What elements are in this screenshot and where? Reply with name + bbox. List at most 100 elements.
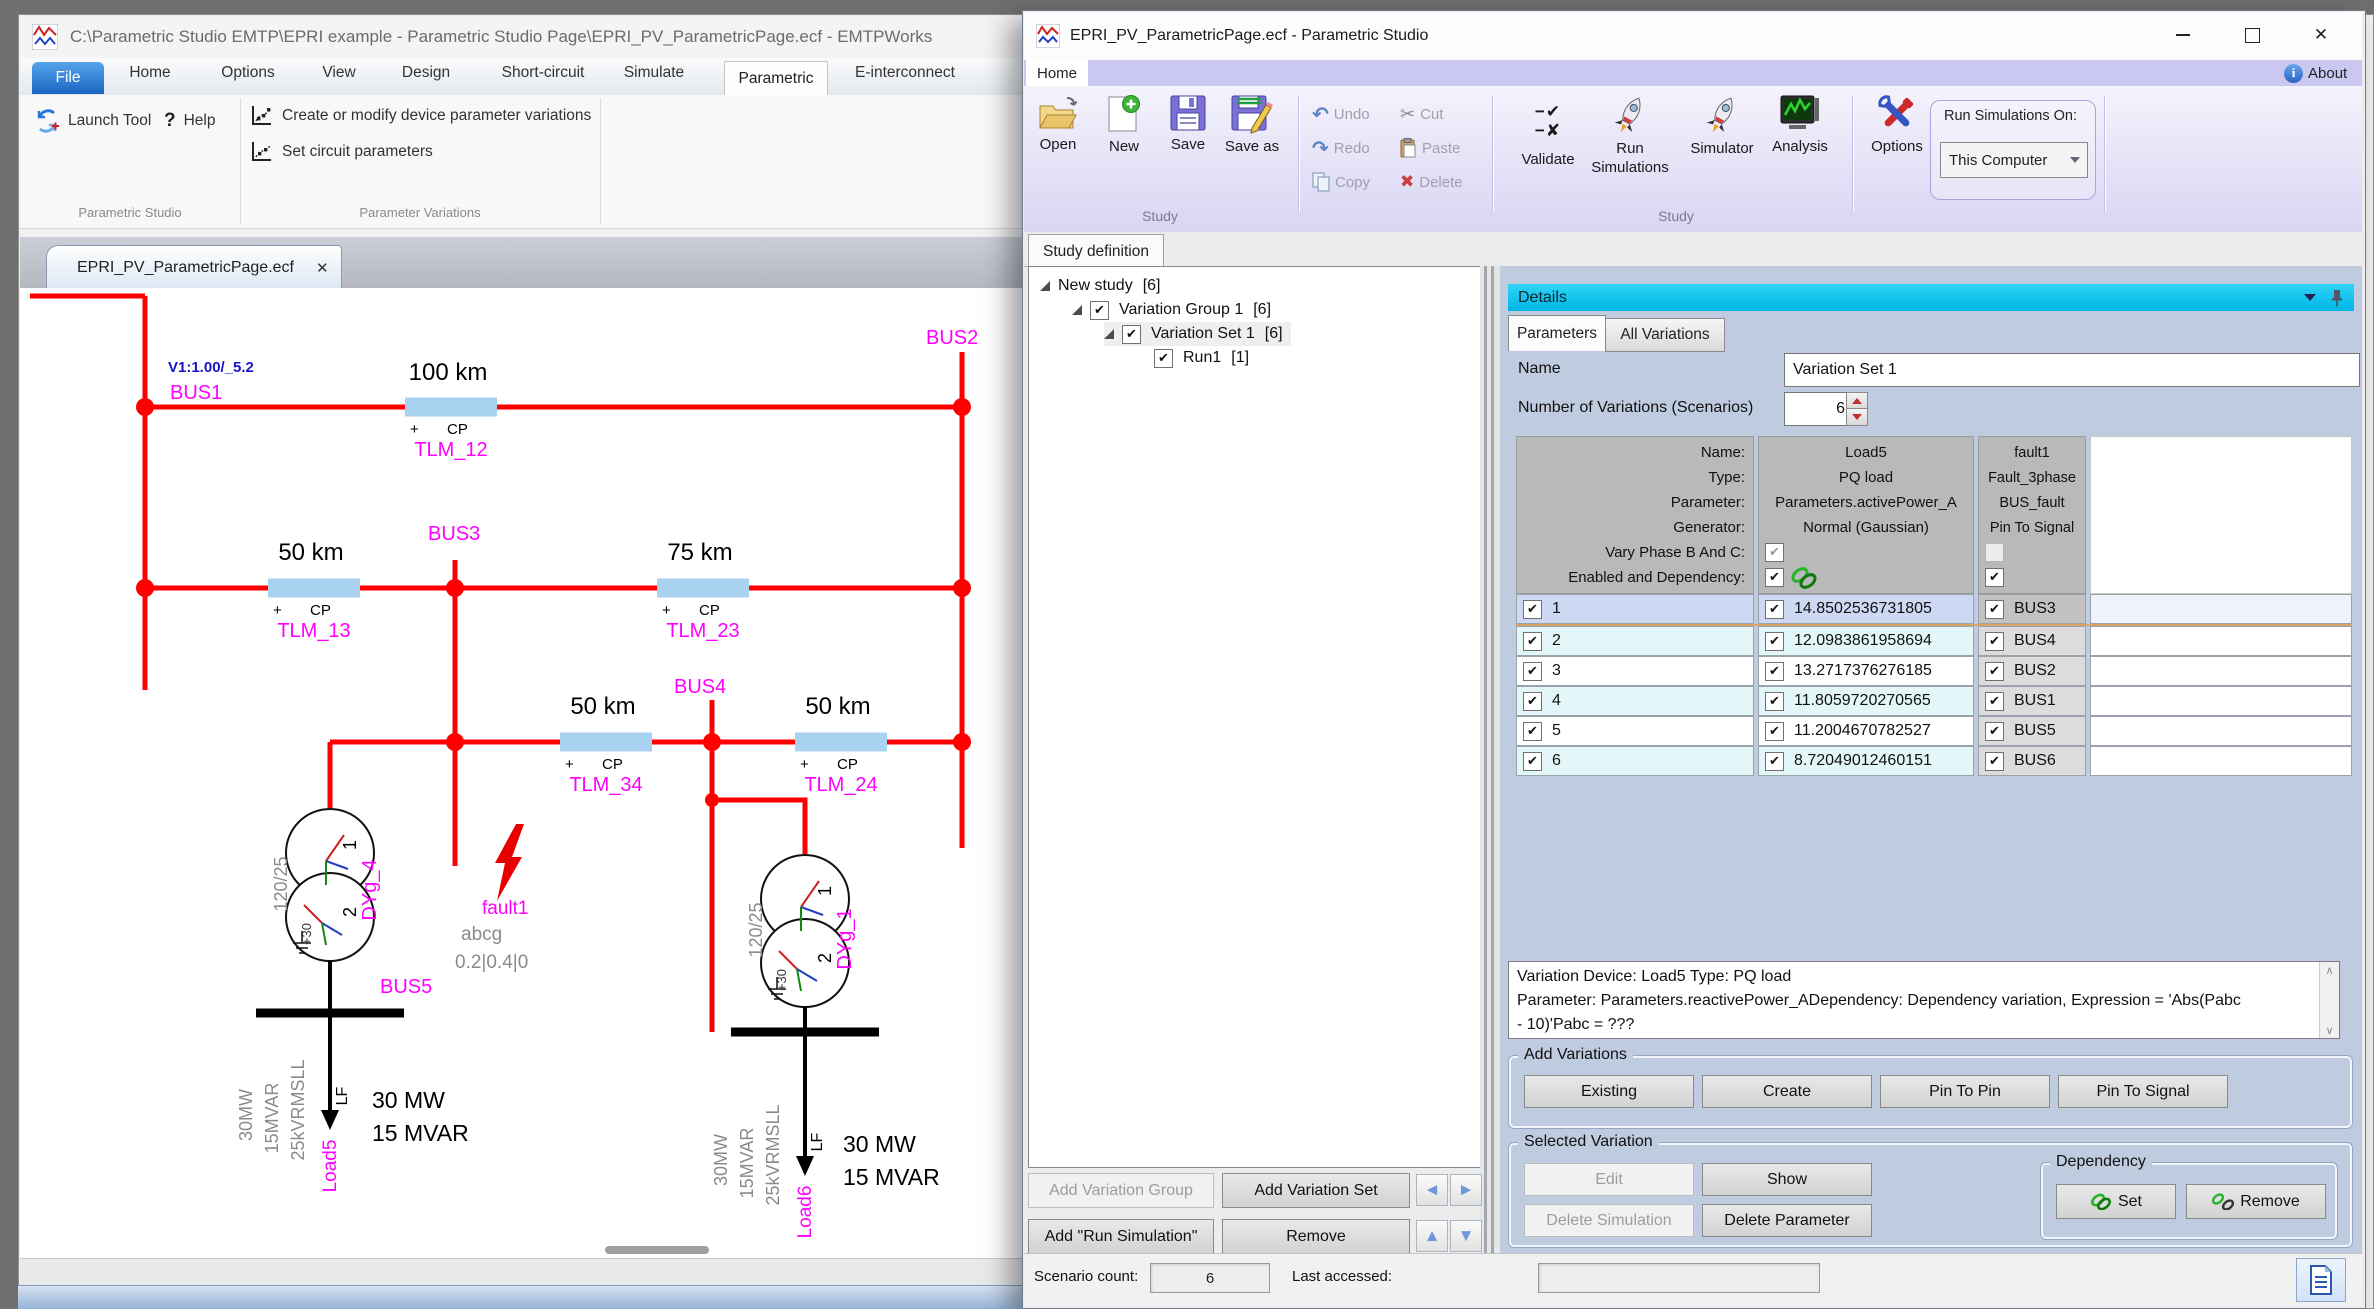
header-column-fault1[interactable]: fault1 Fault_3phase BUS_fault Pin To Sig…: [1978, 436, 2086, 594]
variation-row-1[interactable]: ✔1 ✔14.8502536731805 ✔BUS3: [1516, 594, 2352, 626]
tree-item-new-study[interactable]: New study [6]: [1040, 274, 1161, 298]
save-button[interactable]: Save: [1160, 94, 1216, 206]
tab-all-variations[interactable]: All Variations: [1605, 318, 1725, 352]
redo-button[interactable]: ↷ Redo: [1312, 134, 1370, 162]
load5-branch[interactable]: 30MW 15MVAR 25kVRMSLL LF Load5 30 MW 15 …: [236, 961, 469, 1192]
close-button[interactable]: ✕: [2294, 14, 2348, 56]
checkbox-checked[interactable]: ✔: [1985, 722, 2004, 741]
pin-to-pin-button[interactable]: Pin To Pin: [1880, 1075, 2050, 1108]
checkbox-checked[interactable]: ✔: [1985, 692, 2004, 711]
expander-icon[interactable]: [1072, 305, 1082, 315]
expander-icon[interactable]: [1104, 329, 1114, 339]
paste-button[interactable]: Paste: [1400, 134, 1460, 162]
tab-short-circuit[interactable]: Short-circuit: [502, 64, 585, 82]
variation-row-4[interactable]: ✔4 ✔11.8059720270565 ✔BUS1: [1516, 686, 2352, 716]
cut-button[interactable]: ✂ Cut: [1400, 100, 1443, 128]
save-as-button[interactable]: Save as: [1222, 94, 1282, 206]
add-run-simulation-button[interactable]: Add "Run Simulation": [1028, 1219, 1214, 1254]
checkbox-checked[interactable]: ✔: [1090, 301, 1109, 320]
tree-item-run1[interactable]: ✔ Run1 [1]: [1154, 346, 1249, 370]
maximize-button[interactable]: [2225, 14, 2279, 56]
delete-simulation-button[interactable]: Delete Simulation: [1524, 1204, 1694, 1237]
launch-tool-button[interactable]: Launch Tool: [34, 106, 151, 136]
tab-file[interactable]: File: [32, 62, 104, 94]
pin-to-signal-button[interactable]: Pin To Signal: [2058, 1075, 2228, 1108]
header-column-load5[interactable]: Load5 PQ load Parameters.activePower_A N…: [1758, 436, 1974, 594]
report-button[interactable]: [2296, 1258, 2346, 1302]
variation-info-box[interactable]: Variation Device: Load5 Type: PQ load Pa…: [1508, 961, 2340, 1039]
checkbox-checked[interactable]: ✔: [1985, 752, 2004, 771]
checkbox-checked-disabled[interactable]: ✔: [1765, 543, 1784, 562]
checkbox-checked[interactable]: ✔: [1765, 692, 1784, 711]
tab-options[interactable]: Options: [221, 64, 274, 82]
delete-button[interactable]: ✖ Delete: [1400, 168, 1463, 196]
move-down-button[interactable]: ▼: [1450, 1220, 1482, 1252]
checkbox-checked[interactable]: ✔: [1523, 752, 1542, 771]
tab-e-interconnect[interactable]: E-interconnect: [855, 64, 955, 82]
about-button[interactable]: i About: [2284, 61, 2347, 85]
tab-parametric[interactable]: Parametric: [724, 61, 828, 96]
checkbox-checked[interactable]: ✔: [1765, 722, 1784, 741]
checkbox-checked[interactable]: ✔: [1985, 568, 2004, 587]
dependency-remove-button[interactable]: Remove: [2186, 1184, 2326, 1219]
collapse-icon[interactable]: [2304, 294, 2316, 301]
run-simulations-button[interactable]: Run Simulations: [1588, 94, 1672, 206]
checkbox-checked[interactable]: ✔: [1985, 600, 2004, 619]
transformer-dyg1[interactable]: 1 2 120/25 +30 DYg_1: [746, 855, 856, 1007]
tab-design[interactable]: Design: [402, 64, 450, 82]
options-button[interactable]: Options: [1862, 94, 1932, 206]
transformer-dyg4[interactable]: 1 2 120/25 +30 DYg_4: [271, 809, 381, 961]
pin-icon[interactable]: [2330, 289, 2344, 307]
variation-row-5[interactable]: ✔5 ✔11.2004670782527 ✔BUS5: [1516, 716, 2352, 746]
checkbox-checked[interactable]: ✔: [1523, 600, 1542, 619]
study-tree-panel[interactable]: [1028, 266, 1482, 1168]
studio-home-tab[interactable]: Home: [1026, 60, 1088, 86]
undo-button[interactable]: ↶ Undo: [1312, 100, 1370, 128]
scroll-up-icon[interactable]: ∧: [2320, 962, 2339, 978]
emtpworks-titlebar[interactable]: C:\Parametric Studio EMTP\EPRI example -…: [20, 16, 1022, 58]
checkbox-checked[interactable]: ✔: [1523, 632, 1542, 651]
canvas-hscrollbar[interactable]: [605, 1246, 709, 1254]
tab-home[interactable]: Home: [129, 64, 170, 82]
study-definition-tab[interactable]: Study definition: [1028, 234, 1164, 268]
checkbox-checked[interactable]: ✔: [1765, 662, 1784, 681]
dependency-set-button[interactable]: Set: [2056, 1184, 2176, 1219]
open-button[interactable]: Open: [1030, 94, 1086, 206]
checkbox-checked[interactable]: ✔: [1523, 722, 1542, 741]
create-button[interactable]: Create: [1702, 1075, 1872, 1108]
expander-icon[interactable]: [1040, 281, 1050, 291]
load6-branch[interactable]: 30MW 15MVAR 25kVRMSLL LF Load6 30 MW 15 …: [711, 1007, 940, 1238]
add-variation-set-button[interactable]: Add Variation Set: [1222, 1173, 1410, 1208]
variation-row-6[interactable]: ✔6 ✔8.72049012460151 ✔BUS6: [1516, 746, 2352, 776]
run-on-dropdown[interactable]: This Computer: [1940, 142, 2088, 178]
analysis-button[interactable]: Analysis: [1764, 94, 1836, 206]
simulator-button[interactable]: Simulator: [1684, 94, 1760, 206]
checkbox-checked[interactable]: ✔: [1985, 632, 2004, 651]
new-button[interactable]: New: [1096, 94, 1152, 206]
nvar-spin-down[interactable]: [1846, 408, 1868, 426]
document-tab[interactable]: EPRI_PV_ParametricPage.ecf ✕: [46, 245, 342, 289]
checkbox-checked[interactable]: ✔: [1985, 662, 2004, 681]
variation-row-2[interactable]: ✔2 ✔12.0983861958694 ✔BUS4: [1516, 626, 2352, 656]
tab-parameters[interactable]: Parameters: [1508, 315, 1606, 351]
edit-button[interactable]: Edit: [1524, 1163, 1694, 1196]
validate-button[interactable]: −✔−✘ Validate: [1512, 94, 1584, 206]
tree-item-variation-group-1[interactable]: ✔ Variation Group 1 [6]: [1072, 298, 1271, 322]
variation-row-3[interactable]: ✔3 ✔13.2717376276185 ✔BUS2: [1516, 656, 2352, 686]
details-header[interactable]: Details: [1508, 284, 2354, 311]
checkbox-empty-disabled[interactable]: [1985, 543, 2004, 562]
panel-splitter[interactable]: [1480, 266, 1500, 1253]
tab-view[interactable]: View: [322, 64, 355, 82]
info-scrollbar[interactable]: ∧ ∨: [2319, 962, 2339, 1038]
document-tab-close-icon[interactable]: ✕: [316, 259, 329, 277]
name-input[interactable]: Variation Set 1: [1784, 353, 2360, 387]
circuit-diagram[interactable]: +CP +CP +CP +CP +CP 100 km 50 km 75 km 5…: [20, 288, 1024, 1258]
show-button[interactable]: Show: [1702, 1163, 1872, 1196]
checkbox-checked[interactable]: ✔: [1765, 752, 1784, 771]
create-variations-button[interactable]: Create or modify device parameter variat…: [250, 102, 591, 130]
scroll-down-icon[interactable]: ∨: [2320, 1022, 2339, 1038]
move-right-button[interactable]: ►: [1450, 1174, 1482, 1206]
checkbox-checked[interactable]: ✔: [1154, 349, 1173, 368]
checkbox-checked[interactable]: ✔: [1523, 662, 1542, 681]
set-circuit-parameters-button[interactable]: Set circuit parameters: [250, 138, 433, 166]
